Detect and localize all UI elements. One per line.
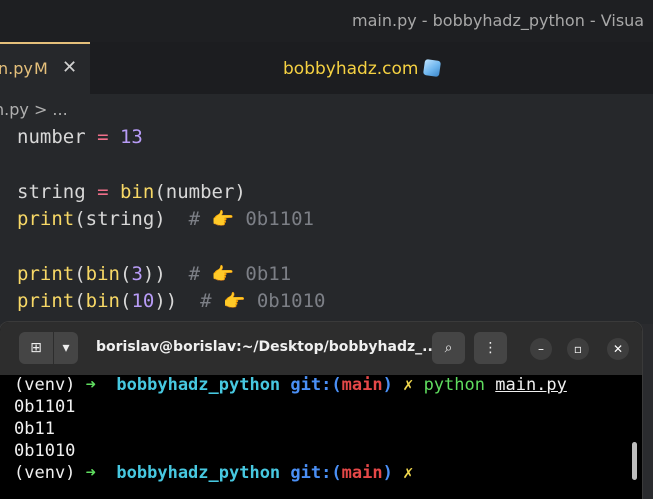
close-icon: ✕ — [612, 342, 624, 356]
brand-text: bobbyhadz.com — [283, 59, 419, 79]
terminal-header: ⊞ ▾ borislav@borislav:~/Desktop/bobbyhad… — [0, 322, 642, 375]
output-line-3: 0b1010 — [14, 441, 76, 461]
terminal-title: borislav@borislav:~/Desktop/bobbyhadz_..… — [96, 339, 439, 355]
arrow-icon: ➜ — [85, 375, 96, 395]
project-name: bobbyhadz_python — [116, 375, 281, 395]
modified-badge: M — [34, 59, 48, 78]
dirty-mark: ✗ — [403, 375, 414, 395]
code-line-7: print(bin(10)) # 👉 0b1010 — [17, 290, 326, 312]
maximize-button[interactable]: ▫ — [567, 338, 589, 360]
tab-dropdown-button[interactable]: ▾ — [54, 332, 78, 364]
editor-tabs: n.py M ✕ bobbyhadz.com — [0, 42, 653, 94]
terminal-output[interactable]: (venv) ➜ bobbyhadz_python git:(main) ✗ p… — [0, 375, 642, 499]
tab-main-py[interactable]: n.py M ✕ — [0, 42, 90, 94]
output-line-1: 0b1101 — [14, 397, 76, 417]
terminal-scrollbar[interactable] — [632, 442, 637, 480]
venv-label: (venv) — [14, 463, 76, 483]
ice-cube-icon — [423, 58, 442, 78]
search-icon: ⌕ — [444, 340, 453, 356]
project-name: bobbyhadz_python — [116, 463, 281, 483]
command-argument: main.py — [495, 375, 567, 395]
new-tab-icon: ⊞ — [30, 340, 42, 356]
breadcrumb[interactable]: n.py > ... — [0, 100, 68, 119]
output-line-2: 0b11 — [14, 419, 55, 439]
git-close: ) — [382, 463, 393, 483]
code-line-4: print(string) # 👉 0b1101 — [17, 208, 314, 230]
close-window-button[interactable]: ✕ — [607, 338, 629, 360]
prompt-line-2: (venv) ➜ bobbyhadz_python git:(main) ✗ — [14, 463, 413, 483]
venv-label: (venv) — [14, 375, 76, 395]
code-line-3: string = bin(number) — [17, 181, 246, 203]
terminal-window[interactable]: ⊞ ▾ borislav@borislav:~/Desktop/bobbyhad… — [0, 322, 642, 499]
search-button[interactable]: ⌕ — [432, 332, 465, 364]
code-line-6: print(bin(3)) # 👉 0b11 — [17, 263, 292, 285]
menu-button[interactable]: ⋮ — [474, 332, 507, 364]
command: python — [423, 375, 485, 395]
window-title: main.py - bobbyhadz_python - Visua — [352, 11, 645, 30]
arrow-icon: ➜ — [85, 463, 96, 483]
minimize-button[interactable]: – — [530, 338, 552, 360]
tab-filename: n.py — [0, 59, 33, 78]
git-close: ) — [382, 375, 393, 395]
maximize-icon: ▫ — [573, 342, 583, 356]
branch-name: main — [341, 463, 383, 483]
prompt-line-1: (venv) ➜ bobbyhadz_python git:(main) ✗ p… — [14, 375, 567, 395]
branch-name: main — [341, 375, 383, 395]
code-line-1: number = 13 — [17, 126, 143, 148]
git-label: git:( — [290, 375, 342, 395]
close-icon[interactable]: ✕ — [62, 57, 77, 78]
chevron-down-icon: ▾ — [62, 340, 70, 356]
brand-label: bobbyhadz.com — [283, 58, 442, 79]
code-editor[interactable]: n.py > ... number = 13 string = bin(numb… — [0, 94, 653, 324]
window-titlebar: main.py - bobbyhadz_python - Visua — [0, 0, 653, 42]
kebab-menu-icon: ⋮ — [483, 340, 498, 356]
new-tab-button[interactable]: ⊞ — [19, 332, 53, 364]
minimize-icon: – — [538, 342, 544, 356]
git-label: git:( — [290, 463, 342, 483]
dirty-mark: ✗ — [403, 463, 414, 483]
